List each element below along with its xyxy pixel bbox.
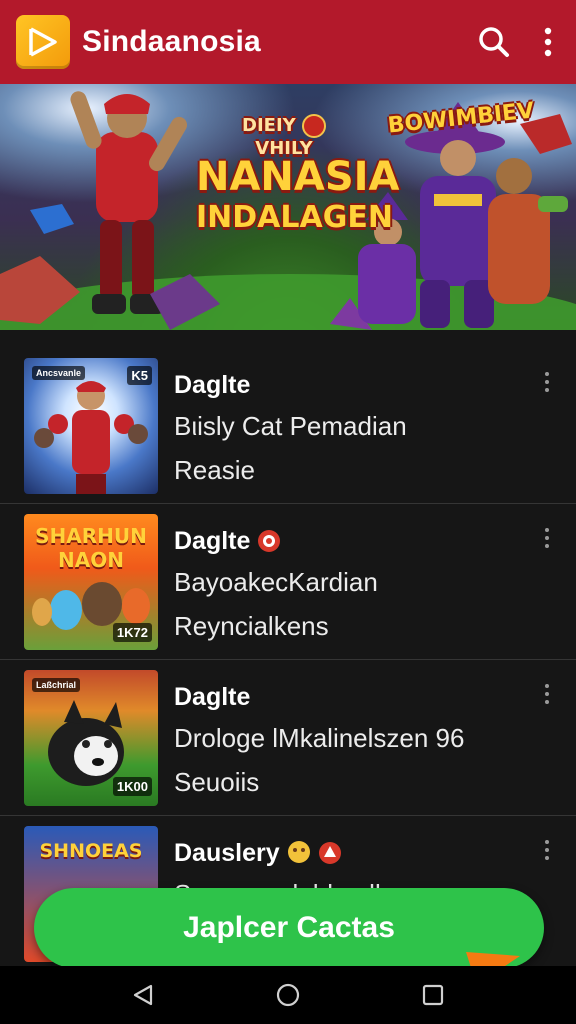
item-info: Daglte Drologe lMkalinelszen 96 Seuoiis — [174, 670, 552, 804]
home-icon — [276, 983, 300, 1007]
item-thumbnail-title-line1: SHARHUN — [35, 524, 147, 548]
item-meta: Reasie — [174, 455, 255, 485]
more-vert-icon — [544, 27, 552, 57]
item-title-row: Dauslery — [174, 834, 552, 872]
home-button[interactable] — [266, 973, 310, 1017]
item-more-button[interactable] — [540, 840, 554, 860]
item-meta: Reyncialkens — [174, 611, 329, 641]
list-item[interactable]: Laßchrial 1K00 Daglte Drologe lMkalinels… — [0, 660, 576, 816]
item-thumbnail-tag-right: K5 — [127, 366, 152, 385]
item-thumbnail-title-line2: NAON — [58, 548, 124, 572]
app-title: Sindaanosia — [82, 25, 261, 58]
item-thumbnail-tag-right: 1K00 — [112, 777, 152, 796]
banner-badge: DIEIY VHILY — [214, 114, 354, 159]
back-icon — [133, 984, 152, 1006]
item-thumbnail-title: SHNOEAS — [39, 840, 143, 862]
chat-emoji-icon — [287, 841, 310, 863]
item-subtitle: BayoakecKardian — [174, 567, 378, 597]
item-subtitle: Drologe lMkalinelszen 96 — [174, 723, 465, 753]
item-title: Daglte — [174, 526, 251, 555]
item-subtitle: Bιisly Cat Pemadian — [174, 411, 407, 441]
banner-title-line1: NANASIA — [196, 154, 400, 200]
list-item[interactable]: Ancsvanle K5 Daglte Bιisly Cat Pemadian … — [0, 348, 576, 504]
item-title: Daglte — [174, 682, 251, 711]
item-more-button[interactable] — [540, 684, 554, 704]
system-nav-bar — [0, 966, 576, 1024]
item-thumbnail-tag-left: Ancsvanle — [32, 366, 86, 380]
banner-badge-left: DIEIY — [242, 115, 296, 136]
alert-badge-icon — [318, 842, 341, 864]
banner-badge-emblem — [301, 114, 326, 138]
search-icon — [479, 27, 509, 57]
back-button[interactable] — [121, 973, 165, 1017]
item-thumbnail: SHARHUN NAON 1K72 — [24, 514, 158, 650]
item-title: Daglte — [174, 370, 251, 399]
item-info: Daglte BayoakecKardian Reyncialkens — [174, 514, 552, 648]
overflow-menu-button[interactable] — [536, 18, 560, 66]
app-screen: Sindaanosia DIEIY VHILY NANASIA INDALAGE… — [0, 0, 576, 1024]
app-bar: Sindaanosia — [0, 0, 576, 84]
item-more-button[interactable] — [540, 372, 554, 392]
target-badge-icon — [258, 530, 281, 552]
item-meta: Seuoiis — [174, 767, 260, 797]
green-brute-figure — [488, 158, 568, 304]
recents-icon — [423, 984, 444, 1006]
banner-title-line2: INDALAGEN — [196, 200, 393, 235]
recents-button[interactable] — [411, 973, 455, 1017]
play-arrow-icon — [29, 27, 57, 57]
item-thumbnail-tag-right: 1K72 — [112, 623, 152, 642]
list-item[interactable]: SHARHUN NAON 1K72 Daglte BayoakecKardian… — [0, 504, 576, 660]
game-list: Ancsvanle K5 Daglte Bιisly Cat Pemadian … — [0, 348, 576, 972]
app-logo[interactable] — [16, 15, 70, 69]
item-more-button[interactable] — [540, 528, 554, 548]
hero-banner[interactable]: DIEIY VHILY NANASIA INDALAGEN BOWIMBIEV — [0, 84, 576, 330]
item-title: Dauslery — [174, 838, 280, 867]
item-thumbnail-tag-left: Laßchrial — [32, 678, 81, 692]
search-button[interactable] — [470, 18, 518, 66]
item-thumbnail-title: SHARHUN NAON — [24, 524, 158, 572]
item-info: Daglte Bιisly Cat Pemadian Reasie — [174, 358, 552, 492]
item-thumbnail: Ancsvanle K5 — [24, 358, 158, 494]
item-title-row: Daglte — [174, 522, 552, 560]
item-thumbnail: Laßchrial 1K00 — [24, 670, 158, 806]
